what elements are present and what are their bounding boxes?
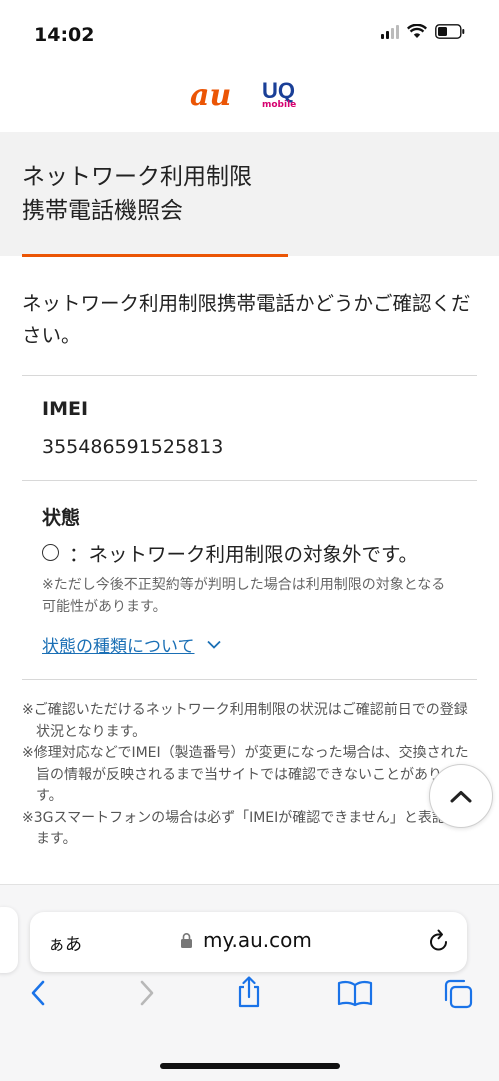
page-title: ネットワーク利用制限 携帯電話機照会 bbox=[22, 160, 322, 228]
brand-header: au UQ mobile bbox=[0, 70, 499, 132]
bookmarks-button[interactable] bbox=[337, 979, 373, 1011]
title-band: ネットワーク利用制限 携帯電話機照会 bbox=[0, 132, 499, 256]
status-bar: 14:02 bbox=[0, 0, 499, 70]
text-size-button[interactable]: ぁあ bbox=[48, 930, 82, 955]
reload-button[interactable] bbox=[427, 928, 451, 958]
address-bar[interactable]: ぁあ my.au.com bbox=[30, 912, 467, 972]
page-title-line2: 携帯電話機照会 bbox=[22, 198, 183, 224]
status-types-link-text[interactable]: 状態の種類について bbox=[42, 632, 195, 657]
chevron-right-icon bbox=[140, 980, 154, 1006]
scroll-top-button[interactable] bbox=[429, 764, 493, 828]
status-icons bbox=[381, 24, 465, 39]
divider bbox=[22, 375, 477, 376]
book-icon bbox=[337, 980, 373, 1007]
footnote-item: ※修理対応などでIMEI（製造番号）が変更になった場合は、交換された旨の情報が反… bbox=[22, 745, 469, 804]
tabs-button[interactable] bbox=[442, 979, 474, 1013]
lead-text: ネットワーク利用制限携帯電話かどうかご確認ください。 bbox=[22, 292, 471, 347]
status-result: ：ネットワーク利用制限の対象外です。 bbox=[42, 538, 418, 567]
wifi-icon bbox=[407, 24, 427, 39]
forward-button[interactable] bbox=[137, 979, 157, 1011]
previous-tab-peek[interactable] bbox=[0, 907, 18, 973]
chevron-up-icon bbox=[450, 790, 472, 802]
uq-mobile-logo[interactable]: UQ mobile bbox=[262, 80, 296, 110]
status-time: 14:02 bbox=[34, 24, 95, 46]
divider bbox=[22, 480, 477, 481]
au-logo[interactable]: au bbox=[190, 78, 231, 113]
lock-icon bbox=[181, 932, 192, 948]
url-text: my.au.com bbox=[203, 928, 312, 952]
status-label: 状態 bbox=[42, 507, 81, 529]
footnote-item: ※3Gスマートフォンの場合は必ず「IMEIが確認できません」と表記されます。 bbox=[22, 809, 474, 848]
circle-mark-icon bbox=[42, 544, 59, 561]
status-note: ※ただし今後不正契約等が判明した場合は利用制限の対象となる可能性があります。 bbox=[42, 577, 446, 615]
share-icon bbox=[238, 976, 260, 1008]
status-value: ：ネットワーク利用制限の対象外です。 bbox=[69, 543, 419, 566]
imei-value: 355486591525813 bbox=[42, 436, 224, 458]
footnote-item: ※ご確認いただけるネットワーク利用制限の状況はご確認前日での登録状況となります。 bbox=[22, 702, 468, 740]
share-button[interactable] bbox=[235, 975, 263, 1013]
footnotes: ※ご確認いただけるネットワーク利用制限の状況はご確認前日での登録状況となります。… bbox=[22, 700, 477, 851]
chevron-left-icon bbox=[31, 980, 45, 1006]
browser-toolbar bbox=[0, 975, 499, 1023]
status-types-link[interactable]: 状態の種類について bbox=[42, 632, 221, 657]
chevron-down-icon bbox=[206, 640, 221, 649]
divider bbox=[22, 679, 477, 680]
uq-logo-subtext: mobile bbox=[262, 100, 297, 110]
browser-bottom-bar: ぁあ my.au.com bbox=[0, 884, 499, 1081]
reload-icon bbox=[430, 929, 447, 951]
home-indicator bbox=[160, 1063, 340, 1069]
title-accent-underline bbox=[22, 254, 288, 257]
imei-label: IMEI bbox=[42, 398, 89, 420]
battery-icon bbox=[435, 24, 465, 39]
url-display[interactable]: my.au.com bbox=[180, 928, 312, 952]
page-title-line1: ネットワーク利用制限 bbox=[22, 164, 252, 190]
cellular-signal-icon bbox=[381, 24, 399, 39]
tabs-icon bbox=[444, 979, 473, 1009]
back-button[interactable] bbox=[28, 979, 48, 1011]
